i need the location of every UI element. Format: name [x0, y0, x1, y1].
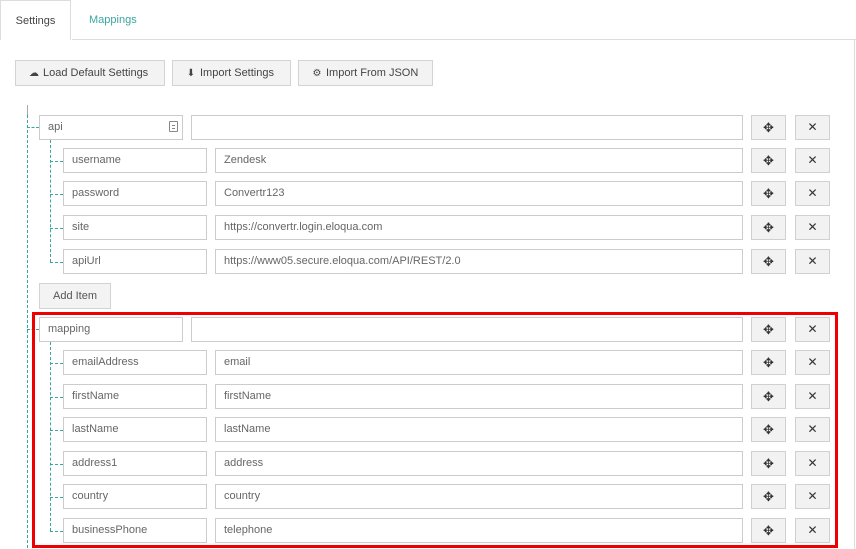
move-button[interactable]: ✥ [751, 451, 786, 476]
add-item-button[interactable]: Add Item [39, 283, 111, 309]
mapping-children-connector [50, 342, 51, 531]
tree-branch-address1 [50, 464, 63, 465]
mapping-row-key-input[interactable]: emailAddress [63, 350, 207, 375]
move-button[interactable]: ✥ [751, 148, 786, 173]
api-row-value-input[interactable]: https://www05.secure.eloqua.com/API/REST… [215, 249, 743, 274]
tree-root-line [27, 105, 28, 115]
remove-button[interactable]: ✕ [795, 384, 830, 409]
mapping-remove-button[interactable]: ✕ [795, 317, 830, 342]
move-button[interactable]: ✥ [751, 181, 786, 206]
load-default-settings-button[interactable]: ☁ Load Default Settings [15, 60, 165, 86]
download-icon: ⬇ [186, 68, 196, 79]
import-settings-label: Import Settings [200, 67, 274, 79]
api-row-value-input[interactable]: Zendesk [215, 148, 743, 173]
api-remove-button[interactable]: ✕ [795, 115, 830, 140]
tab-bar: Settings Mappings [0, 0, 856, 40]
move-button[interactable]: ✥ [751, 417, 786, 442]
tree-branch-emailaddress [50, 363, 63, 364]
remove-button[interactable]: ✕ [795, 417, 830, 442]
remove-button[interactable]: ✕ [795, 148, 830, 173]
tree-branch-firstname [50, 397, 63, 398]
mapping-key-input[interactable]: mapping [39, 317, 183, 342]
mapping-row-key-input[interactable]: firstName [63, 384, 207, 409]
tab-mappings[interactable]: Mappings [89, 0, 137, 40]
api-row-key-input[interactable]: site [63, 215, 207, 240]
load-default-settings-label: Load Default Settings [43, 67, 149, 79]
move-button[interactable]: ✥ [751, 518, 786, 543]
mapping-row-value-input[interactable]: country [215, 484, 743, 509]
tree-branch-mapping [27, 329, 39, 330]
move-button[interactable]: ✥ [751, 249, 786, 274]
tab-settings[interactable]: Settings [0, 0, 71, 40]
api-row-value-input[interactable]: Convertr123 [215, 181, 743, 206]
mapping-row-value-input[interactable]: email [215, 350, 743, 375]
remove-button[interactable]: ✕ [795, 484, 830, 509]
api-row-value-input[interactable]: https://convertr.login.eloqua.com [215, 215, 743, 240]
mapping-value-input[interactable] [191, 317, 743, 342]
remove-button[interactable]: ✕ [795, 215, 830, 240]
api-children-connector [50, 140, 51, 262]
tree-branch-password [50, 194, 63, 195]
move-button[interactable]: ✥ [751, 350, 786, 375]
tree-branch-site [50, 228, 63, 229]
mapping-move-button[interactable]: ✥ [751, 317, 786, 342]
tree-branch-apiurl [50, 262, 63, 263]
import-from-json-label: Import From JSON [326, 67, 419, 79]
json-file-icon[interactable] [169, 121, 178, 132]
remove-button[interactable]: ✕ [795, 249, 830, 274]
tree-branch-country [50, 497, 63, 498]
mapping-row-value-input[interactable]: telephone [215, 518, 743, 543]
mapping-row-value-input[interactable]: lastName [215, 417, 743, 442]
api-move-button[interactable]: ✥ [751, 115, 786, 140]
gears-icon: ⚙ [312, 68, 322, 79]
remove-button[interactable]: ✕ [795, 518, 830, 543]
move-button[interactable]: ✥ [751, 215, 786, 240]
mapping-row-key-input[interactable]: businessPhone [63, 518, 207, 543]
tree-branch-api [27, 127, 39, 128]
mapping-row-key-input[interactable]: address1 [63, 451, 207, 476]
move-button[interactable]: ✥ [751, 484, 786, 509]
remove-button[interactable]: ✕ [795, 181, 830, 206]
api-row-key-input[interactable]: password [63, 181, 207, 206]
mapping-row-key-input[interactable]: lastName [63, 417, 207, 442]
api-key-input[interactable]: api [39, 115, 183, 140]
api-value-input[interactable] [191, 115, 743, 140]
move-button[interactable]: ✥ [751, 384, 786, 409]
tree-root-connector [27, 115, 28, 548]
import-settings-button[interactable]: ⬇ Import Settings [172, 60, 291, 86]
tree-branch-username [50, 161, 63, 162]
remove-button[interactable]: ✕ [795, 350, 830, 375]
mapping-row-value-input[interactable]: address [215, 451, 743, 476]
api-row-key-input[interactable]: apiUrl [63, 249, 207, 274]
mapping-row-value-input[interactable]: firstName [215, 384, 743, 409]
tree-branch-lastname [50, 430, 63, 431]
remove-button[interactable]: ✕ [795, 451, 830, 476]
api-row-key-input[interactable]: username [63, 148, 207, 173]
import-from-json-button[interactable]: ⚙ Import From JSON [298, 60, 433, 86]
tree-branch-businessphone [50, 531, 63, 532]
mapping-row-key-input[interactable]: country [63, 484, 207, 509]
cloud-download-icon: ☁ [29, 68, 39, 79]
